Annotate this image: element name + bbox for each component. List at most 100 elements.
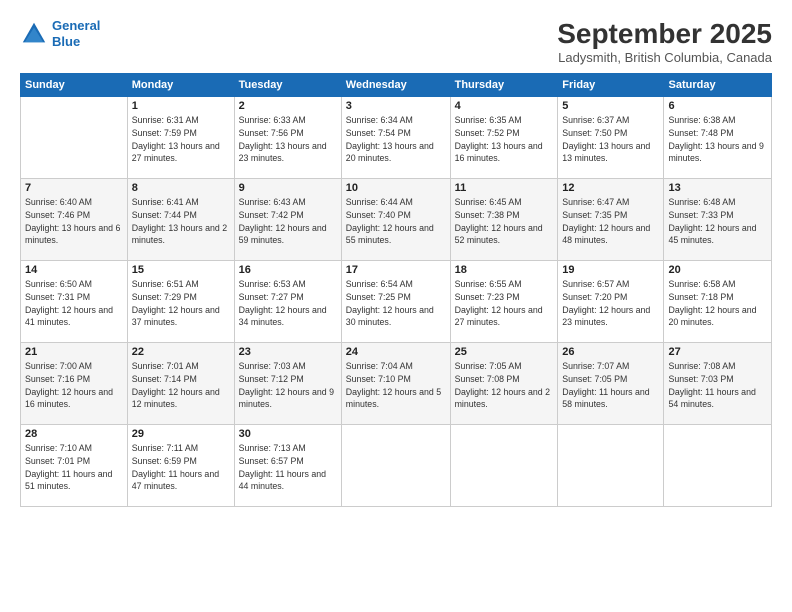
calendar-table: SundayMondayTuesdayWednesdayThursdayFrid… <box>20 73 772 507</box>
calendar-cell: 3Sunrise: 6:34 AMSunset: 7:54 PMDaylight… <box>341 97 450 179</box>
logo-text: General Blue <box>52 18 100 49</box>
day-number: 11 <box>455 182 554 194</box>
day-number: 7 <box>25 182 123 194</box>
calendar-cell: 10 Sunrise: 6:44 AMSunset: 7:40 PMDayligh… <box>341 179 450 261</box>
calendar-cell: 18Sunrise: 6:55 AMSunset: 7:23 PMDayligh… <box>450 261 558 343</box>
day-number: 26 <box>562 346 659 358</box>
day-number: 20 <box>668 264 767 276</box>
day-number: 12 <box>562 182 659 194</box>
calendar-cell: 26 Sunrise: 7:07 AMSunset: 7:05 PMDayligh… <box>558 343 664 425</box>
cell-details: Sunrise: 6:53 AMSunset: 7:27 PMDaylight:… <box>239 278 337 329</box>
location: Ladysmith, British Columbia, Canada <box>557 50 772 65</box>
calendar-cell: 24 Sunrise: 7:04 AMSunset: 7:10 PMDayligh… <box>341 343 450 425</box>
week-row-1: 1Sunrise: 6:31 AMSunset: 7:59 PMDaylight… <box>21 97 772 179</box>
day-number: 15 <box>132 264 230 276</box>
day-number: 30 <box>239 428 337 440</box>
cell-details: Sunrise: 6:35 AMSunset: 7:52 PMDaylight:… <box>455 114 554 165</box>
cell-details: Sunrise: 6:55 AMSunset: 7:23 PMDaylight:… <box>455 278 554 329</box>
logo: General Blue <box>20 18 100 49</box>
cell-details: Sunrise: 6:43 AMSunset: 7:42 PMDaylight:… <box>239 196 337 247</box>
day-number: 4 <box>455 100 554 112</box>
cell-details: Sunrise: 6:41 AMSunset: 7:44 PMDaylight:… <box>132 196 230 247</box>
weekday-header-tuesday: Tuesday <box>234 74 341 97</box>
cell-details: Sunrise: 6:44 AMSunset: 7:40 PMDaylight:… <box>346 196 446 247</box>
cell-details: Sunrise: 6:54 AMSunset: 7:25 PMDaylight:… <box>346 278 446 329</box>
cell-details: Sunrise: 7:10 AMSunset: 7:01 PMDaylight:… <box>25 442 123 493</box>
logo-icon <box>20 20 48 48</box>
week-row-3: 14 Sunrise: 6:50 AMSunset: 7:31 PMDayligh… <box>21 261 772 343</box>
calendar-cell <box>558 425 664 507</box>
calendar-cell: 9 Sunrise: 6:43 AMSunset: 7:42 PMDaylight… <box>234 179 341 261</box>
calendar-cell: 21Sunrise: 7:00 AMSunset: 7:16 PMDayligh… <box>21 343 128 425</box>
day-number: 6 <box>668 100 767 112</box>
calendar-cell: 28 Sunrise: 7:10 AMSunset: 7:01 PMDayligh… <box>21 425 128 507</box>
day-number: 14 <box>25 264 123 276</box>
day-number: 9 <box>239 182 337 194</box>
cell-details: Sunrise: 6:57 AMSunset: 7:20 PMDaylight:… <box>562 278 659 329</box>
month-title: September 2025 <box>557 18 772 50</box>
cell-details: Sunrise: 7:13 AMSunset: 6:57 PMDaylight:… <box>239 442 337 493</box>
weekday-header-friday: Friday <box>558 74 664 97</box>
cell-details: Sunrise: 6:40 AMSunset: 7:46 PMDaylight:… <box>25 196 123 247</box>
calendar-cell: 22Sunrise: 7:01 AMSunset: 7:14 PMDayligh… <box>127 343 234 425</box>
cell-details: Sunrise: 6:34 AMSunset: 7:54 PMDaylight:… <box>346 114 446 165</box>
day-number: 23 <box>239 346 337 358</box>
calendar-cell: 25Sunrise: 7:05 AMSunset: 7:08 PMDayligh… <box>450 343 558 425</box>
cell-details: Sunrise: 6:37 AMSunset: 7:50 PMDaylight:… <box>562 114 659 165</box>
day-number: 2 <box>239 100 337 112</box>
cell-details: Sunrise: 6:45 AMSunset: 7:38 PMDaylight:… <box>455 196 554 247</box>
calendar-cell: 1Sunrise: 6:31 AMSunset: 7:59 PMDaylight… <box>127 97 234 179</box>
calendar-cell: 30 Sunrise: 7:13 AMSunset: 6:57 PMDayligh… <box>234 425 341 507</box>
calendar-cell <box>450 425 558 507</box>
calendar-cell: 6Sunrise: 6:38 AMSunset: 7:48 PMDaylight… <box>664 97 772 179</box>
calendar-cell: 5Sunrise: 6:37 AMSunset: 7:50 PMDaylight… <box>558 97 664 179</box>
day-number: 10 <box>346 182 446 194</box>
day-number: 27 <box>668 346 767 358</box>
cell-details: Sunrise: 7:00 AMSunset: 7:16 PMDaylight:… <box>25 360 123 411</box>
calendar-cell: 17Sunrise: 6:54 AMSunset: 7:25 PMDayligh… <box>341 261 450 343</box>
calendar-cell: 14 Sunrise: 6:50 AMSunset: 7:31 PMDayligh… <box>21 261 128 343</box>
cell-details: Sunrise: 6:47 AMSunset: 7:35 PMDaylight:… <box>562 196 659 247</box>
cell-details: Sunrise: 6:51 AMSunset: 7:29 PMDaylight:… <box>132 278 230 329</box>
calendar-cell: 19 Sunrise: 6:57 AMSunset: 7:20 PMDayligh… <box>558 261 664 343</box>
day-number: 8 <box>132 182 230 194</box>
weekday-header-saturday: Saturday <box>664 74 772 97</box>
calendar-cell: 12 Sunrise: 6:47 AMSunset: 7:35 PMDayligh… <box>558 179 664 261</box>
weekday-header-thursday: Thursday <box>450 74 558 97</box>
page: General Blue September 2025 Ladysmith, B… <box>0 0 792 612</box>
calendar-cell: 4 Sunrise: 6:35 AMSunset: 7:52 PMDaylight… <box>450 97 558 179</box>
calendar-cell: 29Sunrise: 7:11 AMSunset: 6:59 PMDayligh… <box>127 425 234 507</box>
day-number: 22 <box>132 346 230 358</box>
logo-line1: General <box>52 18 100 33</box>
cell-details: Sunrise: 6:31 AMSunset: 7:59 PMDaylight:… <box>132 114 230 165</box>
calendar-cell <box>664 425 772 507</box>
logo-line2: Blue <box>52 34 80 49</box>
cell-details: Sunrise: 7:08 AMSunset: 7:03 PMDaylight:… <box>668 360 767 411</box>
weekday-header-wednesday: Wednesday <box>341 74 450 97</box>
week-row-4: 21Sunrise: 7:00 AMSunset: 7:16 PMDayligh… <box>21 343 772 425</box>
cell-details: Sunrise: 6:48 AMSunset: 7:33 PMDaylight:… <box>668 196 767 247</box>
cell-details: Sunrise: 6:50 AMSunset: 7:31 PMDaylight:… <box>25 278 123 329</box>
week-row-5: 28 Sunrise: 7:10 AMSunset: 7:01 PMDayligh… <box>21 425 772 507</box>
day-number: 25 <box>455 346 554 358</box>
calendar-cell: 27 Sunrise: 7:08 AMSunset: 7:03 PMDayligh… <box>664 343 772 425</box>
cell-details: Sunrise: 7:03 AMSunset: 7:12 PMDaylight:… <box>239 360 337 411</box>
calendar-cell: 16 Sunrise: 6:53 AMSunset: 7:27 PMDayligh… <box>234 261 341 343</box>
calendar-cell: 20Sunrise: 6:58 AMSunset: 7:18 PMDayligh… <box>664 261 772 343</box>
calendar-cell: 13 Sunrise: 6:48 AMSunset: 7:33 PMDayligh… <box>664 179 772 261</box>
week-row-2: 7 Sunrise: 6:40 AMSunset: 7:46 PMDaylight… <box>21 179 772 261</box>
day-number: 28 <box>25 428 123 440</box>
cell-details: Sunrise: 7:04 AMSunset: 7:10 PMDaylight:… <box>346 360 446 411</box>
day-number: 16 <box>239 264 337 276</box>
calendar-cell: 11 Sunrise: 6:45 AMSunset: 7:38 PMDayligh… <box>450 179 558 261</box>
day-number: 24 <box>346 346 446 358</box>
header: General Blue September 2025 Ladysmith, B… <box>20 18 772 65</box>
day-number: 19 <box>562 264 659 276</box>
day-number: 13 <box>668 182 767 194</box>
cell-details: Sunrise: 7:07 AMSunset: 7:05 PMDaylight:… <box>562 360 659 411</box>
calendar-cell: 8 Sunrise: 6:41 AMSunset: 7:44 PMDaylight… <box>127 179 234 261</box>
title-block: September 2025 Ladysmith, British Columb… <box>557 18 772 65</box>
weekday-header-monday: Monday <box>127 74 234 97</box>
calendar-cell <box>21 97 128 179</box>
calendar-cell: 15 Sunrise: 6:51 AMSunset: 7:29 PMDayligh… <box>127 261 234 343</box>
